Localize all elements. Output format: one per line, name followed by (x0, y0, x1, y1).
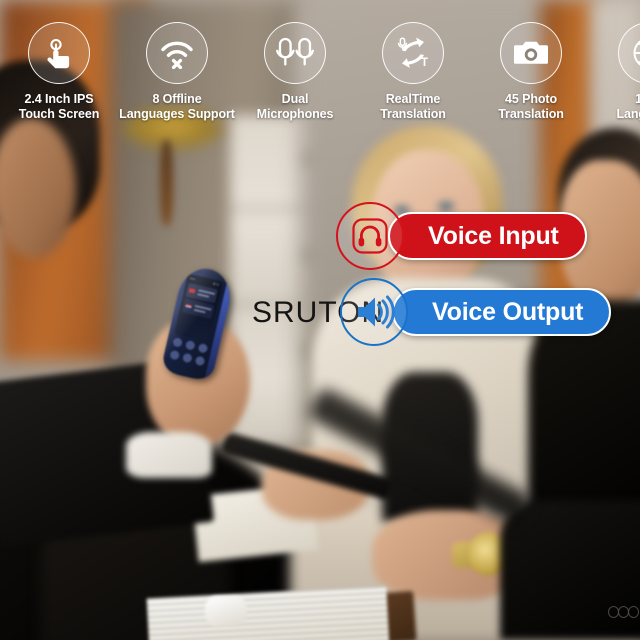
wifi-off-icon (146, 22, 208, 84)
feature-label: 45 Photo Translation (498, 92, 564, 121)
voice-output-badge[interactable]: Voice Output (340, 278, 612, 346)
dual-microphone-icon (264, 22, 326, 84)
feature-label: 8 Offline Languages Support (119, 92, 235, 121)
camera-icon (500, 22, 562, 84)
touch-screen-icon (28, 22, 90, 84)
voice-input-badge[interactable]: Voice Input (336, 202, 587, 270)
feature-label: Dual Microphones (256, 92, 334, 121)
feature-label: 2.4 Inch IPS Touch Screen (18, 92, 100, 121)
feature-dual-microphones: Dual Microphones (236, 0, 354, 121)
voice-output-label: Voice Output (392, 288, 612, 336)
background-lamp-cord (160, 140, 173, 226)
headphones-icon (336, 202, 404, 270)
feature-label: 106+ Languages (616, 92, 640, 121)
shirt-cuff (126, 432, 212, 478)
globe-icon (618, 22, 640, 84)
earbuds-case (205, 596, 247, 626)
feature-photo-translation: 45 Photo Translation (472, 0, 590, 121)
feature-offline-languages: 8 Offline Languages Support (118, 0, 236, 121)
speaker-icon (340, 278, 408, 346)
realtime-translate-icon: T (382, 22, 444, 84)
feature-realtime-translation: T RealTime Translation (354, 0, 472, 121)
voice-input-label: Voice Input (388, 212, 587, 260)
feature-touch-screen: 2.4 Inch IPS Touch Screen (0, 0, 118, 121)
suit-button-detail (608, 606, 639, 618)
svg-text:T: T (421, 57, 428, 69)
feature-label: RealTime Translation (380, 92, 446, 121)
promo-image: ●●● ▮ 92 (0, 0, 640, 640)
feature-languages: 106+ Languages (590, 0, 640, 121)
feature-icon-row: 2.4 Inch IPS Touch Screen 8 Offline Lang… (0, 0, 640, 140)
